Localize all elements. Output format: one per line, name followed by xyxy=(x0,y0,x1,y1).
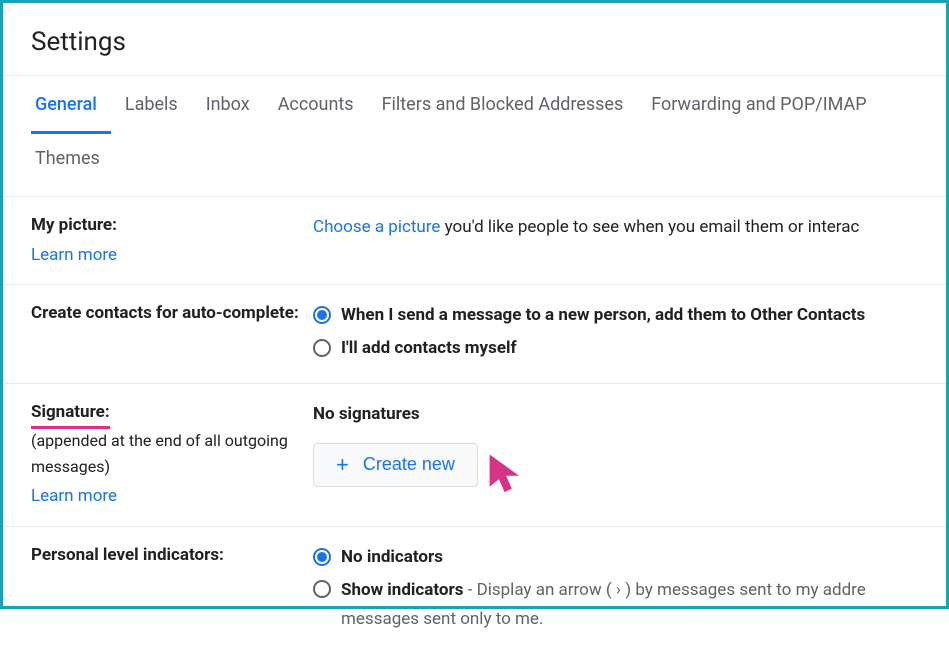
radio-icon[interactable] xyxy=(313,339,331,357)
tab-accounts[interactable]: Accounts xyxy=(264,76,368,134)
create-new-signature-button[interactable]: + Create new xyxy=(313,443,478,487)
tabs-row-2: Themes xyxy=(3,134,946,186)
plus-icon: + xyxy=(336,454,349,476)
indicators-option-1[interactable]: No indicators xyxy=(313,543,946,572)
radio-icon[interactable] xyxy=(313,306,331,324)
tabs-row-1: General Labels Inbox Accounts Filters an… xyxy=(3,76,946,134)
setting-signature: Signature: (appended at the end of all o… xyxy=(3,384,946,527)
my-picture-label: My picture: Learn more xyxy=(31,213,313,268)
setting-autocomplete: Create contacts for auto-complete: When … xyxy=(3,285,946,384)
radio-icon[interactable] xyxy=(313,548,331,566)
autocomplete-option-1-label: When I send a message to a new person, a… xyxy=(341,301,865,330)
autocomplete-option-2[interactable]: I'll add contacts myself xyxy=(313,334,946,363)
signature-value: No signatures + Create new xyxy=(313,400,946,487)
page-title: Settings xyxy=(31,27,918,57)
no-signatures-text: No signatures xyxy=(313,400,946,429)
setting-my-picture: My picture: Learn more Choose a picture … xyxy=(3,197,946,285)
choose-picture-desc: you'd like people to see when you email … xyxy=(440,217,859,237)
indicators-label: Personal level indicators: xyxy=(31,543,313,569)
tab-filters[interactable]: Filters and Blocked Addresses xyxy=(368,76,638,134)
my-picture-value: Choose a picture you'd like people to se… xyxy=(313,213,946,242)
indicators-value: No indicators Show indicators - Display … xyxy=(313,543,946,638)
settings-content: My picture: Learn more Choose a picture … xyxy=(3,196,946,653)
autocomplete-option-2-label: I'll add contacts myself xyxy=(341,334,517,363)
settings-header: Settings xyxy=(3,3,946,75)
signature-label: Signature: xyxy=(31,400,110,430)
create-new-label: Create new xyxy=(363,454,455,475)
tab-inbox[interactable]: Inbox xyxy=(192,76,264,134)
signature-label-block: Signature: (appended at the end of all o… xyxy=(31,400,313,510)
choose-picture-link[interactable]: Choose a picture xyxy=(313,217,440,237)
indicators-option-1-label: No indicators xyxy=(341,543,443,572)
radio-icon[interactable] xyxy=(313,580,331,598)
autocomplete-option-1[interactable]: When I send a message to a new person, a… xyxy=(313,301,946,330)
my-picture-learn-more-link[interactable]: Learn more xyxy=(31,243,313,269)
setting-indicators: Personal level indicators: No indicators… xyxy=(3,527,946,653)
tab-labels[interactable]: Labels xyxy=(111,76,192,134)
tab-themes[interactable]: Themes xyxy=(31,134,104,186)
indicators-option-2-label: Show indicators - Display an arrow ( › )… xyxy=(341,576,866,634)
tab-general[interactable]: General xyxy=(31,76,111,134)
tab-forwarding[interactable]: Forwarding and POP/IMAP xyxy=(637,76,880,134)
indicators-option-2[interactable]: Show indicators - Display an arrow ( › )… xyxy=(313,576,946,634)
signature-learn-more-link[interactable]: Learn more xyxy=(31,484,313,510)
autocomplete-label: Create contacts for auto-complete: xyxy=(31,301,313,327)
signature-sublabel: (appended at the end of all outgoing mes… xyxy=(31,431,288,476)
autocomplete-value: When I send a message to a new person, a… xyxy=(313,301,946,367)
